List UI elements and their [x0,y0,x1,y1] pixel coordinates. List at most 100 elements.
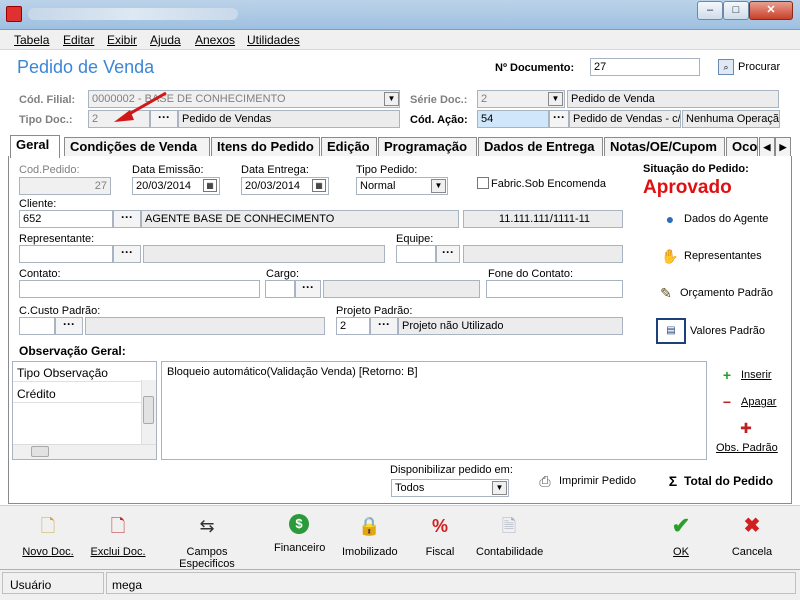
chevron-down-icon[interactable]: ▼ [492,481,507,495]
fabric-checkbox[interactable] [477,177,489,189]
scroll-thumb[interactable] [31,446,49,457]
disponibilizar-label: Disponibilizar pedido em: [390,464,513,476]
chevron-down-icon[interactable]: ▼ [548,92,563,106]
fiscal-button[interactable]: % Fiscal [424,514,456,558]
doc-number-label: Nº Documento: [495,62,575,74]
tab-itens-pedido[interactable]: Itens do Pedido [211,137,320,157]
cliente-lookup-button[interactable]: ··· [113,210,141,228]
obs-padrao-button[interactable]: Obs. Padrão [716,442,778,454]
menu-tabela[interactable]: Tabela [14,33,49,47]
acao-lookup-button[interactable]: ··· [549,110,569,128]
page-title: Pedido de Venda [17,57,155,77]
representante-lookup-button[interactable]: ··· [113,245,141,263]
filial-label: Cód. Filial: [19,94,76,106]
menu-utilidades[interactable]: Utilidades [247,33,300,47]
orcamento-button[interactable]: ✎ Orçamento Padrão [656,284,773,302]
search-button[interactable]: ⌕ Procurar [718,59,780,75]
apagar-button[interactable]: − Apagar [717,393,777,411]
exclui-doc-button[interactable]: 🗋 Exclui Doc. [90,514,146,558]
ccusto-lookup-button[interactable]: ··· [55,317,83,335]
valores-button[interactable]: ▤ Valores Padrão [656,318,765,344]
serie-label: Série Doc.: [410,94,468,106]
menu-anexos[interactable]: Anexos [195,33,235,47]
obs-text-area[interactable]: Bloqueio automático(Validação Venda) [Re… [161,361,707,460]
representante-label: Representante: [19,233,95,245]
doc-number-input[interactable]: 27 [590,58,700,76]
tab-notas-oe-cupom[interactable]: Notas/OE/Cupom [604,137,725,157]
acao-desc: Pedido de Vendas - c/ [569,110,681,128]
contabilidade-button[interactable]: 🗎 Contabilidade [476,514,543,558]
total-pedido-button[interactable]: Σ Total do Pedido [666,472,773,490]
cancela-label: Cancela [731,546,773,558]
financeiro-button[interactable]: $ Financeiro [274,514,325,554]
contato-input[interactable] [19,280,260,298]
projeto-lookup-button[interactable]: ··· [370,317,398,335]
arrow-annotation-icon [114,91,167,122]
equipe-input[interactable] [396,245,436,263]
exclui-doc-label: Exclui Doc. [90,546,146,558]
ledger-icon: 🗎 [501,516,517,536]
acao-input[interactable]: 54 [477,110,549,128]
novo-doc-button[interactable]: 🗋 Novo Doc. [22,514,74,558]
equipe-lookup-button[interactable]: ··· [436,245,460,263]
tab-condicoes-venda[interactable]: Condições de Venda [64,137,210,157]
list-item[interactable]: Crédito [13,383,141,403]
cliente-doc: 11.111.111/1111-11 [463,210,623,228]
maximize-button[interactable]: □ [723,1,749,20]
check-icon: ✔ [671,513,691,538]
menu-ajuda[interactable]: Ajuda [150,33,181,47]
novo-doc-label: Novo Doc. [22,546,74,558]
bottom-toolbar: 🗋 Novo Doc. 🗋 Exclui Doc. ⇆ Campos Especifi… [0,505,800,570]
obs-padrao-icon[interactable]: ✚ [737,420,755,438]
representantes-button[interactable]: ✋ Representantes [660,247,761,265]
representante-input[interactable] [19,245,113,263]
tab-geral[interactable]: Geral [10,135,60,158]
status-bar: Usuário mega [0,569,800,600]
calendar-icon[interactable]: ▦ [203,179,217,192]
cargo-lookup-button[interactable]: ··· [295,280,321,298]
list-item[interactable]: Tipo Observação [13,362,141,382]
tab-scroll-right-icon[interactable]: ▶ [775,137,791,157]
imprimir-button[interactable]: ⎙ Imprimir Pedido [535,472,636,490]
status-badge: Aprovado [643,177,732,198]
inserir-button[interactable]: + Inserir [717,366,772,384]
ok-button[interactable]: ✔ OK [668,513,694,559]
menu-editar[interactable]: Editar [63,33,94,47]
campos-especificos-button[interactable]: ⇆ Campos Especificos [160,514,254,570]
calendar-icon[interactable]: ▦ [312,179,326,192]
menu-exibir[interactable]: Exibir [107,33,137,47]
cliente-input[interactable]: 652 [19,210,113,228]
cliente-label: Cliente: [19,198,57,210]
tab-oco[interactable]: Oco [726,137,758,157]
projeto-input[interactable]: 2 [336,317,370,335]
tab-bar: Geral Condições de Venda Itens do Pedido… [8,135,792,158]
minimize-button[interactable]: – [697,1,723,20]
ccusto-label: C.Custo Padrão: [19,305,101,317]
close-button[interactable]: ✕ [749,1,793,20]
imobilizado-button[interactable]: 🔒 Imobilizado [342,514,398,558]
ccusto-input[interactable] [19,317,55,335]
projeto-desc: Projeto não Utilizado [398,317,623,335]
cargo-desc [323,280,480,298]
handshake-icon: ✋ [661,248,679,264]
obs-type-list[interactable]: Tipo Observação Crédito [12,361,157,460]
equipe-label: Equipe: [396,233,434,245]
tab-programacao[interactable]: Programação [378,137,477,157]
tab-edicao[interactable]: Edição [321,137,377,157]
cargo-input[interactable] [265,280,295,298]
orcamento-label: Orçamento Padrão [680,287,773,299]
valores-label: Valores Padrão [690,325,766,337]
tab-scroll-left-icon[interactable]: ◀ [759,137,775,157]
inserir-label: Inserir [741,369,772,381]
delete-document-icon: 🗋 [110,516,126,536]
tipo-doc-label: Tipo Doc.: [19,114,73,126]
tab-dados-entrega[interactable]: Dados de Entrega [478,137,603,157]
cancela-button[interactable]: ✖ Cancela [730,514,774,558]
chevron-down-icon[interactable]: ▼ [384,92,399,106]
money-icon: $ [289,514,309,534]
scroll-thumb[interactable] [143,396,154,424]
chevron-down-icon[interactable]: ▼ [431,179,446,193]
entrega-label: Data Entrega: [241,164,309,176]
fone-input[interactable] [486,280,623,298]
dados-agente-button[interactable]: ● Dados do Agente [660,210,769,228]
